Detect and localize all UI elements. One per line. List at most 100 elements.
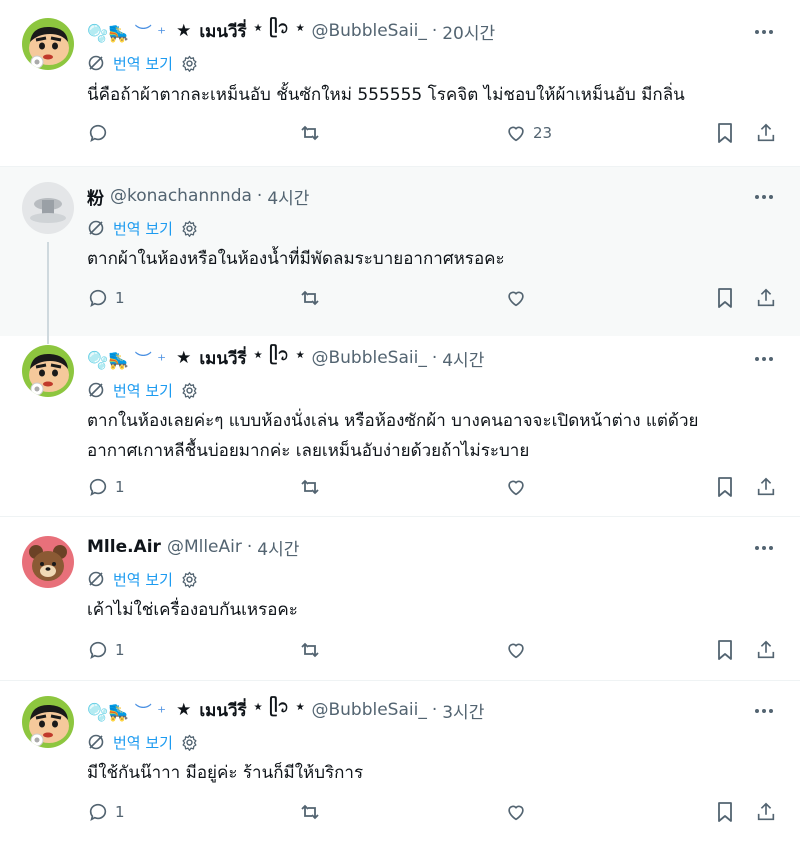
- retweet-button[interactable]: [298, 801, 322, 823]
- user-handle[interactable]: @BubbleSaii_: [311, 348, 426, 368]
- display-name[interactable]: 粉: [87, 184, 104, 209]
- like-button[interactable]: [505, 287, 527, 309]
- gear-icon: [182, 571, 197, 588]
- avatar[interactable]: [22, 696, 74, 748]
- tweet-5[interactable]: 🫧🛼 ︶ ⁺ ★ เมนวีรี่ ⋆ ᥫ᭡ ⋆ @BubbleSaii_ · …: [0, 681, 800, 842]
- more-dots-icon: [755, 30, 773, 34]
- like-button[interactable]: 23: [505, 122, 552, 144]
- star-glyph: ★: [176, 700, 192, 720]
- display-name[interactable]: เมนวีรี่: [199, 697, 246, 724]
- timestamp[interactable]: 4시간: [267, 184, 309, 209]
- gear-icon: [182, 382, 197, 399]
- translate-off-icon: [88, 382, 104, 398]
- decorative-name-prefix: 🫧🛼 ︶ ⁺: [87, 23, 167, 44]
- translate-link[interactable]: 번역 보기: [87, 378, 206, 402]
- tweet-4[interactable]: Mlle.Air @MlleAir · 4시간 번역 보기 เค้าไม่ใช่…: [0, 517, 800, 680]
- star-glyph: ★: [176, 21, 192, 41]
- more-options-button[interactable]: [750, 185, 778, 209]
- avatar[interactable]: [22, 182, 74, 234]
- reply-count: 1: [115, 803, 125, 821]
- timestamp[interactable]: 4시간: [442, 346, 484, 371]
- shin-chan-avatar-icon: [22, 345, 74, 397]
- thread-line: [47, 336, 49, 344]
- bookmark-icon: [718, 288, 732, 308]
- retweet-button[interactable]: [298, 639, 322, 661]
- reply-icon: [89, 478, 107, 496]
- more-options-button[interactable]: [750, 20, 778, 44]
- display-name[interactable]: เมนวีรี่: [199, 345, 246, 372]
- translate-link[interactable]: 번역 보기: [87, 51, 206, 75]
- translate-link[interactable]: 번역 보기: [87, 730, 206, 754]
- reply-count: 1: [115, 478, 125, 496]
- shin-chan-avatar-icon: [22, 18, 74, 70]
- share-button[interactable]: [755, 476, 777, 498]
- share-button[interactable]: [755, 801, 777, 823]
- tweet-3[interactable]: 🫧🛼 ︶ ⁺ ★ เมนวีรี่ ⋆ ᥫ᭡ ⋆ @BubbleSaii_ · …: [0, 336, 800, 516]
- translate-label[interactable]: 번역 보기: [113, 218, 173, 239]
- timestamp[interactable]: 4시간: [257, 535, 299, 560]
- reply-button[interactable]: [87, 122, 115, 144]
- retweet-button[interactable]: [298, 122, 322, 144]
- reply-button[interactable]: 1: [87, 639, 125, 661]
- shin-chan-avatar-icon: [22, 696, 74, 748]
- more-dots-icon: [755, 709, 773, 713]
- translate-off-icon: [88, 220, 104, 236]
- retweet-icon: [301, 290, 319, 306]
- more-dots-icon: [755, 546, 773, 550]
- bookmark-button[interactable]: [715, 801, 735, 823]
- retweet-button[interactable]: [298, 287, 322, 309]
- tweet-1[interactable]: 🫧🛼 ︶ ⁺ ★ เมนวีรี่ ⋆ ᥫ᭡ ⋆ @BubbleSaii_ · …: [0, 0, 800, 166]
- display-name[interactable]: Mlle.Air: [87, 537, 161, 557]
- avatar[interactable]: [22, 536, 74, 588]
- reply-button[interactable]: 1: [87, 287, 125, 309]
- user-handle[interactable]: @konachannnda: [110, 186, 252, 206]
- reply-icon: [89, 289, 107, 307]
- avatar[interactable]: [22, 18, 74, 70]
- share-icon: [757, 802, 775, 821]
- user-handle[interactable]: @BubbleSaii_: [311, 700, 426, 720]
- translate-label[interactable]: 번역 보기: [113, 380, 173, 401]
- retweet-button[interactable]: [298, 476, 322, 498]
- bookmark-button[interactable]: [715, 122, 735, 144]
- tweet-2[interactable]: 粉 @konachannnda · 4시간 번역 보기 ตากผ้าในห้อง…: [0, 167, 800, 336]
- more-options-button[interactable]: [750, 536, 778, 560]
- bookmark-icon: [718, 477, 732, 497]
- heart-icon: [508, 480, 524, 496]
- like-button[interactable]: [505, 801, 527, 823]
- more-options-button[interactable]: [750, 699, 778, 723]
- translate-label[interactable]: 번역 보기: [113, 732, 173, 753]
- like-button[interactable]: [505, 639, 527, 661]
- user-handle[interactable]: @MlleAir: [167, 537, 242, 557]
- user-handle[interactable]: @BubbleSaii_: [311, 21, 426, 41]
- translate-link[interactable]: 번역 보기: [87, 216, 206, 240]
- gear-icon: [182, 55, 197, 72]
- timestamp[interactable]: 3시간: [442, 698, 484, 723]
- share-button[interactable]: [755, 287, 777, 309]
- display-name[interactable]: เมนวีรี่: [199, 18, 246, 45]
- reply-button[interactable]: 1: [87, 476, 125, 498]
- name-suffix: ⋆ ᥫ᭡ ⋆: [252, 697, 306, 717]
- timestamp[interactable]: 20시간: [442, 19, 495, 44]
- name-suffix: ⋆ ᥫ᭡ ⋆: [252, 18, 306, 38]
- separator-dot: ·: [431, 700, 438, 720]
- reply-button[interactable]: 1: [87, 801, 125, 823]
- bookmark-button[interactable]: [715, 639, 735, 661]
- tweet-header: Mlle.Air @MlleAir · 4시간: [87, 534, 299, 560]
- translate-off-icon: [88, 55, 104, 71]
- star-glyph: ★: [176, 348, 192, 368]
- avatar[interactable]: [22, 345, 74, 397]
- decorative-name-prefix: 🫧🛼 ︶ ⁺: [87, 350, 167, 371]
- tweet-header: 🫧🛼 ︶ ⁺ ★ เมนวีรี่ ⋆ ᥫ᭡ ⋆ @BubbleSaii_ · …: [87, 18, 495, 44]
- translate-label[interactable]: 번역 보기: [113, 569, 173, 590]
- like-button[interactable]: [505, 476, 527, 498]
- more-options-button[interactable]: [750, 347, 778, 371]
- heart-icon: [508, 643, 524, 659]
- share-button[interactable]: [755, 639, 777, 661]
- tweet-header: 🫧🛼 ︶ ⁺ ★ เมนวีรี่ ⋆ ᥫ᭡ ⋆ @BubbleSaii_ · …: [87, 697, 484, 723]
- bookmark-button[interactable]: [715, 287, 735, 309]
- share-button[interactable]: [755, 122, 777, 144]
- translate-link[interactable]: 번역 보기: [87, 567, 206, 591]
- reply-icon: [89, 641, 107, 659]
- translate-label[interactable]: 번역 보기: [113, 53, 173, 74]
- bookmark-button[interactable]: [715, 476, 735, 498]
